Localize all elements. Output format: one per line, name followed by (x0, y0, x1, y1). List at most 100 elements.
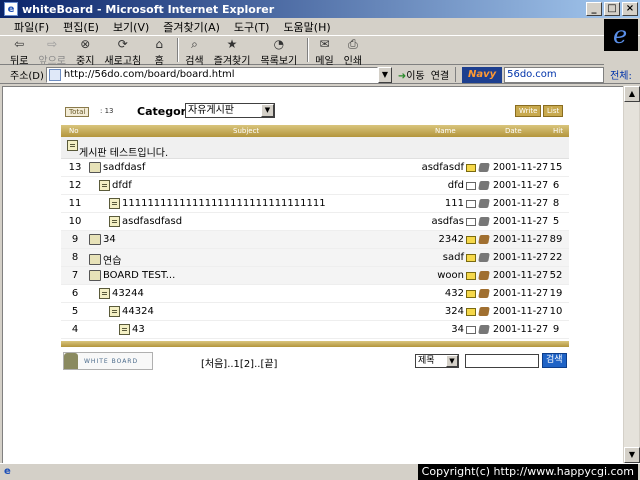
subject-link[interactable]: 11111111111111111111111111111111 (122, 198, 326, 209)
mail-button[interactable]: ✉ 메일 (315, 37, 333, 67)
navy-search-input[interactable]: 56do.com (504, 66, 605, 83)
table-row[interactable]: 13 sadfdasf asdfasdf 2001-11-27 15 (61, 159, 569, 177)
row-subject[interactable]: BOARD TEST... (89, 270, 175, 281)
menu-file[interactable]: 파일(F) (14, 19, 49, 35)
home-button[interactable]: ⌂ 홈 (151, 37, 167, 67)
close-button[interactable]: × (622, 2, 638, 16)
links-button[interactable]: 연결 (431, 67, 457, 82)
write-button[interactable]: Write (515, 105, 542, 117)
homepage-icon[interactable] (478, 163, 490, 172)
pagination[interactable]: [처음]..1[2]..[끝] (201, 355, 277, 370)
row-subject[interactable]: 연습 (89, 252, 121, 267)
history-button[interactable]: ◔ 목록보기 (260, 37, 297, 67)
mail-icon[interactable] (466, 253, 476, 262)
search-field-select[interactable]: 제목 ▼ (415, 354, 459, 368)
mail-icon[interactable] (466, 235, 476, 244)
menu-bar: 파일(F) 편집(E) 보기(V) 즐겨찾기(A) 도구(T) 도움말(H) (0, 18, 640, 36)
mail-icon[interactable] (466, 217, 476, 226)
row-subject[interactable]: 43244 (99, 288, 144, 299)
author-name: 111 (444, 198, 464, 209)
homepage-icon[interactable] (478, 289, 490, 298)
vertical-scrollbar[interactable]: ▲ ▼ (623, 86, 640, 463)
table-row[interactable]: 9 34 2342 2001-11-27 89 (61, 231, 569, 249)
table-row[interactable]: 10 asdfasdfasd asdfas 2001-11-27 5 (61, 213, 569, 231)
scroll-down-button[interactable]: ▼ (624, 447, 640, 463)
mail-icon[interactable] (466, 181, 476, 190)
refresh-button[interactable]: ⟳ 새로고침 (104, 37, 141, 67)
mail-icon[interactable] (466, 289, 476, 298)
row-subject[interactable]: 34 (89, 234, 116, 245)
homepage-icon[interactable] (478, 325, 490, 334)
subject-link[interactable]: 43244 (112, 288, 144, 299)
subject-link[interactable]: 34 (103, 234, 116, 245)
menu-view[interactable]: 보기(V) (113, 19, 149, 35)
mail-icon[interactable] (466, 199, 476, 208)
back-button[interactable]: ⇦ 뒤로 (10, 37, 28, 67)
document-icon (109, 306, 120, 317)
author-name: dfd (447, 180, 464, 191)
table-footer-bar (61, 341, 569, 347)
navy-all-label[interactable]: 전체: (610, 67, 632, 82)
homepage-icon[interactable] (478, 217, 490, 226)
homepage-icon[interactable] (478, 271, 490, 280)
list-button[interactable]: List (543, 105, 564, 117)
row-subject[interactable]: 44324 (109, 306, 154, 317)
table-row[interactable]: 8 연습 sadf 2001-11-27 22 (61, 249, 569, 267)
row-subject[interactable]: sadfdasf (89, 162, 145, 173)
table-row[interactable]: 5 44324 324 2001-11-27 10 (61, 303, 569, 321)
subject-link[interactable]: 연습 (103, 252, 121, 267)
subject-link[interactable]: sadfdasf (103, 162, 145, 173)
menu-edit[interactable]: 편집(E) (63, 19, 99, 35)
row-number: 10 (68, 216, 82, 227)
subject-link[interactable]: 43 (132, 324, 145, 335)
row-hits: 10 (549, 306, 563, 317)
row-author: asdfasdf (422, 162, 490, 173)
subject-link[interactable]: BOARD TEST... (103, 270, 175, 281)
table-row[interactable]: 6 43244 432 2001-11-27 19 (61, 285, 569, 303)
row-date: 2001-11-27 (493, 234, 549, 245)
table-row[interactable]: 12 dfdf dfd 2001-11-27 6 (61, 177, 569, 195)
menu-tools[interactable]: 도구(T) (234, 19, 270, 35)
subject-link[interactable]: 44324 (122, 306, 154, 317)
table-row[interactable]: 7 BOARD TEST... woon 2001-11-27 52 (61, 267, 569, 285)
subject-link[interactable]: asdfasdfasd (122, 216, 182, 227)
scroll-up-button[interactable]: ▲ (624, 86, 640, 102)
mail-icon[interactable] (466, 307, 476, 316)
row-subject[interactable]: asdfasdfasd (109, 216, 182, 227)
row-subject[interactable]: dfdf (99, 180, 132, 191)
homepage-icon[interactable] (478, 307, 490, 316)
search-input[interactable] (465, 354, 539, 368)
go-button[interactable]: ➜이동 (398, 67, 425, 82)
homepage-icon[interactable] (478, 181, 490, 190)
homepage-icon[interactable] (478, 199, 490, 208)
stop-button[interactable]: ⊗ 중지 (76, 37, 94, 67)
favorites-button[interactable]: ★ 즐겨찾기 (214, 37, 251, 67)
row-subject[interactable]: 43 (119, 324, 145, 335)
search-button[interactable]: ⌕ 검색 (185, 37, 203, 68)
address-input[interactable]: http://56do.com/board/board.html (45, 66, 378, 83)
mail-icon[interactable] (466, 163, 476, 172)
menu-favorites[interactable]: 즐겨찾기(A) (163, 19, 220, 35)
menu-help[interactable]: 도움말(H) (283, 19, 330, 35)
subject-link[interactable]: dfdf (112, 180, 132, 191)
mail-icon[interactable] (466, 271, 476, 280)
table-row[interactable]: 11 11111111111111111111111111111111 111 200… (61, 195, 569, 213)
forward-button[interactable]: ⇨ 앞으로 (38, 37, 66, 67)
navy-toolbar-logo[interactable]: Navy (462, 66, 503, 83)
address-dropdown-button[interactable]: ▼ (377, 66, 392, 83)
row-subject[interactable]: 11111111111111111111111111111111 (109, 198, 326, 209)
table-row[interactable]: 4 43 34 2001-11-27 9 (61, 321, 569, 339)
category-select[interactable]: 자유게시판 ▼ (185, 103, 275, 118)
search-submit-button[interactable]: 검색 (542, 353, 567, 368)
notice-icon (67, 140, 78, 151)
notice-row[interactable]: 게시판 테스트입니다. (61, 137, 569, 159)
chevron-down-icon: ▼ (261, 104, 274, 117)
homepage-icon[interactable] (478, 235, 490, 244)
homepage-icon[interactable] (478, 253, 490, 262)
print-button[interactable]: ⎙ 인쇄 (344, 37, 362, 68)
maximize-button[interactable]: □ (604, 2, 620, 16)
minimize-button[interactable]: _ (586, 2, 602, 16)
row-date: 2001-11-27 (493, 324, 549, 335)
mail-icon[interactable] (466, 325, 476, 334)
mail-icon: ✉ (319, 37, 330, 51)
